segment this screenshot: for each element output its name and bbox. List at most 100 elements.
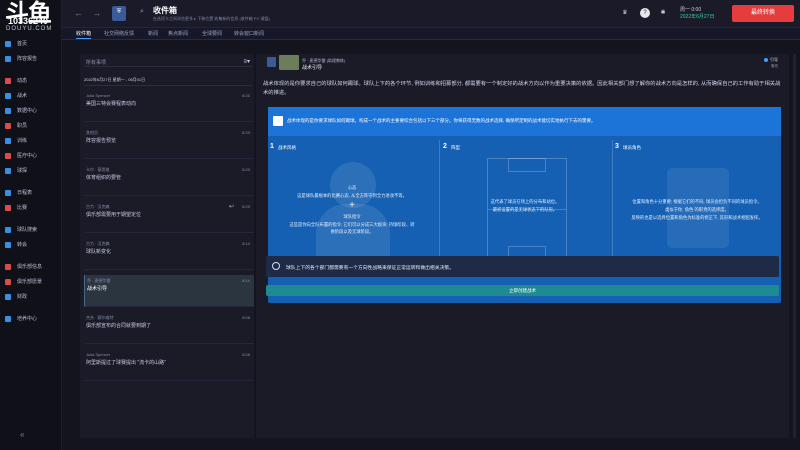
sidebar-item-label: 首页 [17,41,28,47]
message-filter[interactable]: 所有事项 ≡▾ [84,57,252,67]
sidebar-item[interactable]: 比赛 [0,200,62,215]
column-title: 阵型 [451,145,460,150]
nav-icon [5,241,11,248]
nav-icon [5,77,11,84]
message-sender: 乔 · 麦德华雷 [87,278,111,283]
club-badge-icon [267,57,276,67]
message-time: 8:08 [242,352,250,357]
message-sender: 古力 · 汉克森 [86,241,110,246]
filter-icon[interactable]: ≡▾ [243,58,250,65]
guide-toggle[interactable]: 引导 [764,57,778,63]
message-item[interactable]: 其他员 8:20 阵容报告预览 [84,127,254,159]
sidebar-item-label: 比赛 [17,205,28,211]
sidebar-item-label: 日程表 [17,190,33,196]
sidebar-item[interactable]: 数据中心 [0,103,62,118]
sidebar-item-label: 医疗中心 [17,153,38,159]
sidebar-item[interactable]: 首页 [0,36,62,51]
page-subtitle: 在选项卡之间浏览更多 ▸ 下移位置 收集新的信息 (收件箱 PC 键盘) [153,16,270,21]
sidebar-item[interactable]: 医疗中心 [0,148,62,163]
tab-news[interactable]: 新闻 [148,30,158,37]
message-subject: 体育组织的要管 [86,175,122,181]
sidebar-item[interactable]: 培养中心 [0,311,62,326]
collapse-sidebar-icon[interactable]: « [20,430,24,439]
filter-label: 所有事项 [86,60,107,66]
help-icon[interactable]: ? [640,8,650,18]
continue-button[interactable]: 最终转换 [732,5,794,22]
pitch-box-top [508,158,546,172]
message-item[interactable]: 杰夫 · 赛尔维特 8:08 俱乐部宣布的合同就要到期了 [84,312,254,344]
sidebar-item[interactable]: 训练 [0,133,62,148]
message-sender: 杰夫 · 赛尔维特 [86,315,114,320]
sidebar-item-label: 财政 [17,294,28,300]
search-icon[interactable]: ⌕ [140,8,144,16]
info-box: 球队上下的各个部门都需要有一个方向性战略来保证正常运转和做出相关决策。 [266,256,779,277]
trophy-icon[interactable]: ♛ [620,8,630,18]
sidebar-item[interactable]: 动态 [0,73,62,88]
tab-transfer-window-news[interactable]: 转会窗口新闻 [234,30,264,37]
message-item[interactable]: 乔 · 麦德华雷 8:14 战术引导 [84,275,254,307]
guide-column-formation: 2 阵型 这代表了球员在场上的分布和站位。 最初设置的是无球状态下的队形。 [441,140,609,261]
column-text: 最初设置的是无球状态下的队形。 [492,207,558,212]
sender-avatar [279,55,299,70]
sidebar: 斗鱼 10336240 DOUYU.COM 首页 阵容报告 动态 战术 数据中心 职员 训练… [0,0,62,450]
message-time: 8:20 [242,167,250,172]
sidebar-item[interactable]: 球队搜索 [0,222,62,237]
tab-social-feedback[interactable]: 社交网络反馈 [104,30,134,37]
tab-spotlight-news[interactable]: 焦点新闻 [168,30,188,37]
message-item[interactable]: Julia Spencer 8:08 阿里斯提过了球赛提出 "流卡的山路" [84,349,254,381]
message-subject: 战术引导 [302,65,323,71]
sidebar-item[interactable]: 俱乐部信息 [0,259,62,274]
message-item[interactable]: 古力 · 汉克森 8:14 球队新变化 [84,238,254,270]
app-window: 斗鱼 10336240 DOUYU.COM 首页 阵容报告 动态 战术 数据中心 职员 训练… [0,0,800,450]
page-title: 收件箱 [153,6,177,15]
tab-global-news[interactable]: 全球要闻 [202,30,222,37]
nav-icon [5,204,11,211]
archive-label[interactable]: 备档 [771,64,778,69]
column-title: 球员角色 [623,145,641,150]
message-item[interactable]: 卡尔 · 基思维 8:20 体育组织的要管 [84,164,254,196]
message-body: 战术体现的是你要求自己的球队如何踢球。球队上下的各个环节, 例如训练和招募部分,… [263,81,781,96]
sidebar-item[interactable]: 职员 [0,118,62,133]
toggle-dot-icon [764,57,768,62]
nav-icon [5,167,11,174]
sidebar-item[interactable]: 球探 [0,163,62,178]
nav-icon [5,107,11,114]
sidebar-item[interactable]: 俱乐部愿景 [0,274,62,289]
column-text: 类似于你, 角色 的职责的选择度。 [665,207,729,212]
nav-separator [0,178,62,185]
message-subject: 阿里斯提过了球赛提出 "流卡的山路" [86,360,166,366]
back-icon[interactable]: ← [74,8,83,18]
message-list-panel: 所有事项 ≡▾ 2022年6月27日 星期一 - 06月01日 Julia Sp… [80,54,254,438]
banner-text: 战术体现的是你要求球队如何踢球。构成一个战术的主要要综合包括以下三个部分。你将获… [287,118,596,123]
nav-icon [5,152,11,159]
message-item[interactable]: 古力 · 汉克森 8:20 俱乐部需要用于期望定位 ↩ [84,201,254,233]
sidebar-item[interactable]: 阵容报告 [0,51,62,66]
sidebar-item-label: 训练 [17,138,28,144]
gear-icon[interactable]: ✱ [658,8,668,18]
sidebar-item[interactable]: 日程表 [0,185,62,200]
column-title: 战术风格 [278,145,296,150]
scrollbar[interactable] [793,54,796,438]
club-badge-icon[interactable]: ⛨ [112,6,126,21]
inbox-tabs: 收件箱 社交网络反馈 新闻 焦点新闻 全球要闻 转会窗口新闻 [62,28,800,40]
sidebar-item[interactable]: 财政 [0,289,62,304]
nav-icon [5,189,11,196]
message-subject: 战术引导 [87,286,108,292]
sidebar-item-label: 俱乐部愿景 [17,279,43,285]
info-text: 球队上下的各个部门都需要有一个方向性战略来保证正常运转和做出相关决策。 [286,266,454,271]
sidebar-item[interactable]: 转会 [0,237,62,252]
plus-icon: + [349,200,355,211]
tab-inbox[interactable]: 收件箱 [76,30,92,39]
nav-icon [5,122,11,129]
topbar: ← → ⛨ ⌕ 收件箱 在选项卡之间浏览更多 ▸ 下移位置 收集新的信息 (收件… [62,0,800,28]
forward-icon[interactable]: → [92,8,101,18]
message-item[interactable]: Julia Spencer 8:20 美国三特会赛程表动向 [84,90,254,122]
nav-icon [5,278,11,285]
nav-separator [0,215,62,222]
column-divider [439,140,440,261]
create-tactic-button[interactable]: 立即创建战术 [266,285,779,296]
sidebar-item-label: 转会 [17,242,28,248]
message-time: 8:20 [242,93,250,98]
sidebar-item[interactable]: 战术 [0,88,62,103]
message-sender: Julia Spencer [86,352,111,357]
